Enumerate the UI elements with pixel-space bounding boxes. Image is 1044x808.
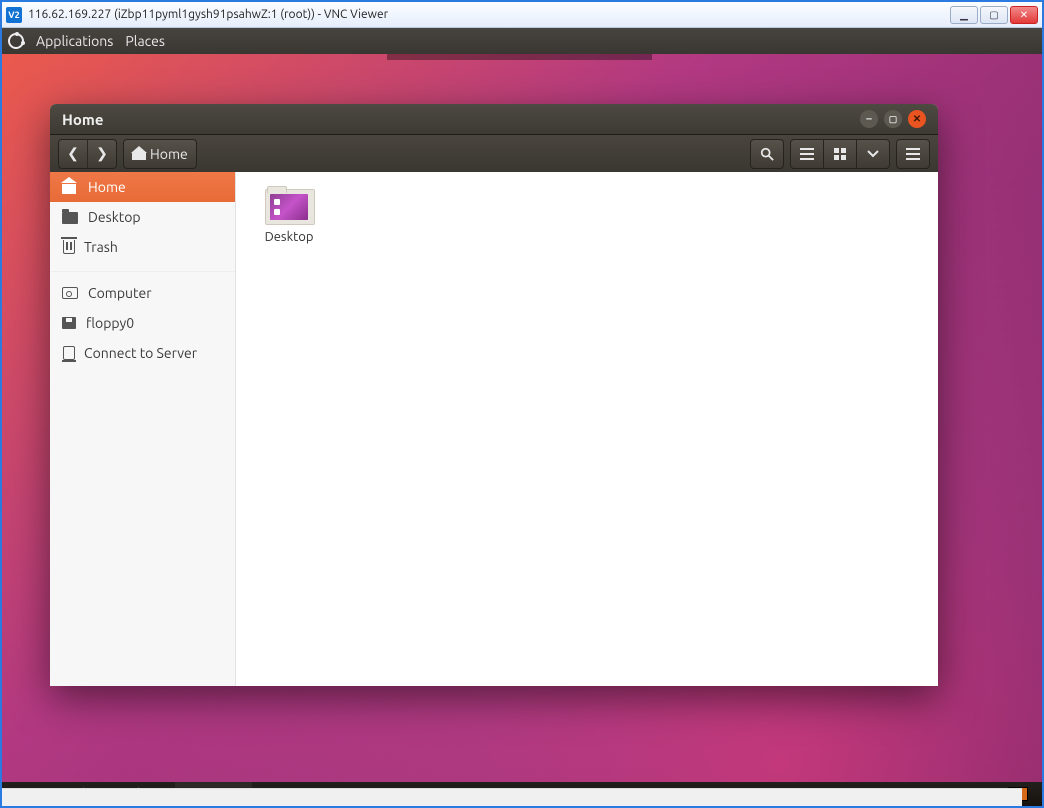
back-button[interactable]: ❮ <box>58 139 88 169</box>
folder-icon <box>265 186 313 226</box>
windows-titlebar[interactable]: V2 116.62.169.227 (iZbp11pyml1gysh91psah… <box>2 2 1042 28</box>
file-list-pane[interactable]: Desktop <box>236 172 938 686</box>
file-manager-body: Home Desktop Trash <box>50 172 938 686</box>
sidebar-separator <box>50 262 235 272</box>
sidebar-item-computer[interactable]: Computer <box>50 278 235 308</box>
view-switcher <box>790 139 890 169</box>
sidebar-label: Home <box>88 179 126 195</box>
file-manager-title: Home <box>62 111 103 128</box>
vnc-app-icon: V2 <box>6 7 22 23</box>
trash-icon <box>63 240 75 254</box>
folder-icon <box>62 212 78 224</box>
fm-close-button[interactable] <box>908 110 926 128</box>
folder-label: Desktop <box>265 230 314 244</box>
folder-item-desktop[interactable]: Desktop <box>254 186 324 244</box>
view-options-button[interactable] <box>856 139 890 169</box>
sidebar-label: Desktop <box>88 209 141 225</box>
vnc-viewer-window: V2 116.62.169.227 (iZbp11pyml1gysh91psah… <box>0 0 1044 808</box>
file-manager-toolbar: ❮ ❯ Home <box>50 134 938 172</box>
sidebar-label: Trash <box>84 239 118 255</box>
sidebar-item-desktop[interactable]: Desktop <box>50 202 235 232</box>
forward-button[interactable]: ❯ <box>87 139 117 169</box>
horizontal-scrollbar[interactable] <box>2 788 1022 806</box>
sidebar-item-home[interactable]: Home <box>50 172 235 202</box>
ubuntu-desktop[interactable]: Applications Places Home ❮ ❯ <box>2 28 1042 806</box>
gnome-top-menubar[interactable]: Applications Places <box>2 28 1042 54</box>
grid-icon <box>834 148 846 160</box>
grid-view-button[interactable] <box>823 139 857 169</box>
path-label: Home <box>150 146 188 162</box>
fm-maximize-button[interactable] <box>884 110 902 128</box>
hamburger-icon <box>906 148 920 160</box>
floppy-icon <box>62 317 76 329</box>
sidebar-item-trash[interactable]: Trash <box>50 232 235 262</box>
hamburger-menu-button[interactable] <box>896 139 930 169</box>
sidebar-label: Computer <box>88 285 152 301</box>
window-title: 116.62.169.227 (iZbp11pyml1gysh91psahwZ:… <box>28 8 950 21</box>
fm-minimize-button[interactable] <box>860 110 878 128</box>
sidebar-label: Connect to Server <box>84 345 197 361</box>
applications-menu[interactable]: Applications <box>36 33 113 49</box>
chevron-down-icon <box>867 150 879 158</box>
server-icon <box>63 346 75 360</box>
file-manager-window[interactable]: Home ❮ ❯ Home <box>50 104 938 686</box>
places-menu[interactable]: Places <box>125 33 165 49</box>
vnc-remote-screen: Applications Places Home ❮ ❯ <box>2 28 1042 806</box>
sidebar-label: floppy0 <box>86 315 134 331</box>
sidebar-item-connect-server[interactable]: Connect to Server <box>50 338 235 368</box>
list-view-button[interactable] <box>790 139 824 169</box>
places-sidebar: Home Desktop Trash <box>50 172 236 686</box>
minimize-button[interactable]: ▁ <box>950 6 978 24</box>
maximize-button[interactable]: ▢ <box>980 6 1008 24</box>
computer-icon <box>62 287 78 299</box>
ubuntu-logo-icon <box>8 33 24 49</box>
sidebar-item-floppy[interactable]: floppy0 <box>50 308 235 338</box>
path-home-button[interactable]: Home <box>123 139 197 169</box>
list-icon <box>800 148 814 160</box>
desktop-area[interactable]: Home ❮ ❯ Home <box>2 54 1042 806</box>
search-button[interactable] <box>750 139 784 169</box>
close-button[interactable]: ✕ <box>1010 6 1038 24</box>
file-manager-titlebar[interactable]: Home <box>50 104 938 134</box>
home-icon <box>62 180 78 194</box>
home-icon <box>132 148 146 160</box>
search-icon <box>760 147 774 161</box>
